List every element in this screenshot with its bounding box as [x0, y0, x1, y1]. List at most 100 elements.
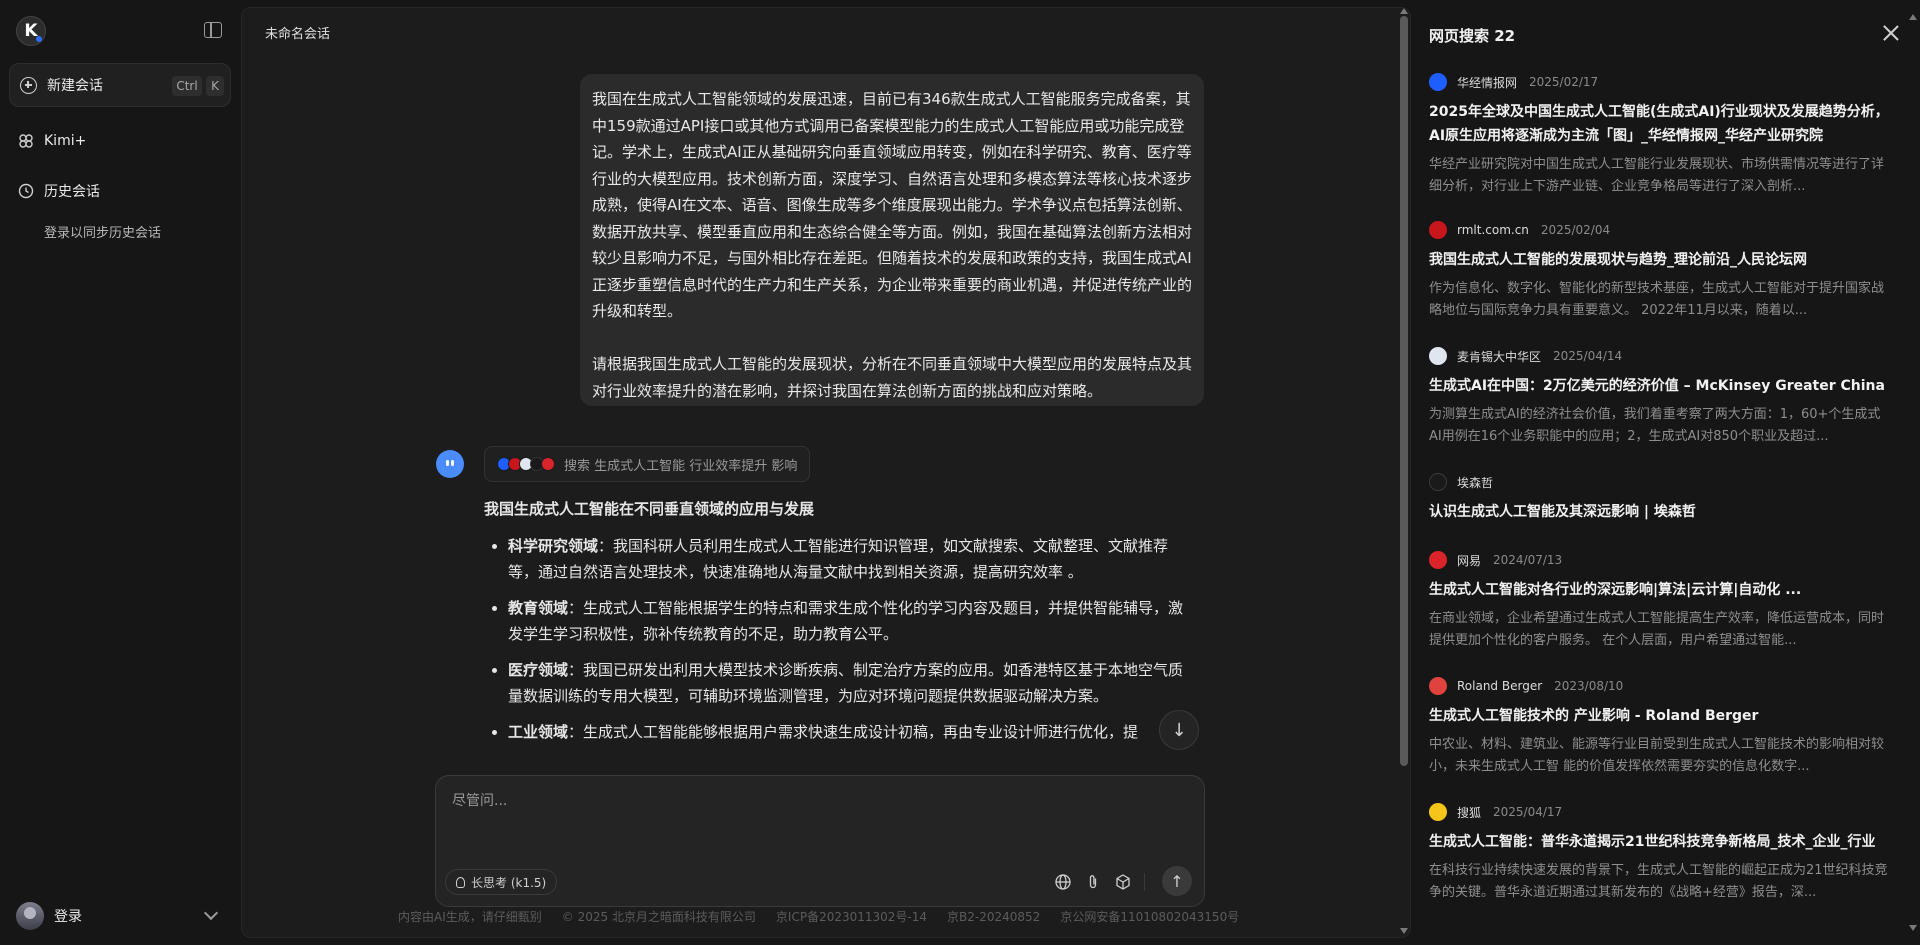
- history-login-hint[interactable]: 登录以同步历史会话: [44, 222, 161, 241]
- kimi-logo[interactable]: K: [16, 16, 46, 46]
- result-snippet: 在科技行业持续快速发展的背景下，生成式人工智能的崛起正成为21世纪科技竞争的关键…: [1429, 863, 1888, 900]
- result-source: 网易 2024/07/13: [1429, 550, 1889, 570]
- source-name: 搜狐: [1457, 805, 1482, 820]
- plus-circle-icon: [20, 76, 37, 94]
- clock-icon: [18, 183, 34, 199]
- scroll-to-bottom-button[interactable]: ↓: [1159, 710, 1199, 750]
- paperclip-icon[interactable]: [1084, 873, 1102, 891]
- source-date: 2024/07/13: [1493, 553, 1563, 567]
- search-sources-pill[interactable]: 搜索 生成式人工智能 行业效率提升 影响: [484, 446, 811, 482]
- result-snippet: 作为信息化、数字化、智能化的新型技术基座，生成式人工智能对于提升国家战略地位与国…: [1429, 281, 1885, 318]
- favicon-icon: [1429, 473, 1447, 491]
- result-snippet: 为测算生成式AI的经济社会价值，我们着重考察了两大方面：1，60+个生成式AI用…: [1429, 407, 1881, 444]
- arrow-down-icon: ↓: [1171, 719, 1187, 741]
- item-text: ：生成式人工智能能够根据用户需求快速生成设计初稿，再由专业设计师进行优化，提: [568, 723, 1139, 741]
- source-name: Roland Berger: [1457, 679, 1543, 693]
- panel-scrollbar[interactable]: [1909, 14, 1917, 931]
- login-label: 登录: [54, 909, 82, 925]
- chat-main: 未命名会话 我国在生成式人工智能领域的发展迅速，目前已有346款生成式人工智能服…: [241, 7, 1411, 938]
- source-date: 2025/04/14: [1553, 349, 1623, 363]
- chat-input-box[interactable]: 尽管问... 长思考 (k1.5) ↑: [435, 775, 1205, 907]
- kimi-plus-icon: [19, 134, 33, 148]
- item-text: ：我国科研人员利用生成式人工智能进行知识管理，如文献搜索、文献整理、文献推荐等，…: [508, 537, 1169, 581]
- result-title[interactable]: 我国生成式人工智能的发展现状与趋势_理论前沿_人民论坛网: [1429, 248, 1889, 272]
- footer-icp[interactable]: 京ICP备2023011302号-14: [776, 908, 927, 925]
- item-label: 医疗领域: [508, 661, 569, 679]
- list-item: 教育领域：生成式人工智能根据学生的特点和需求生成个性化的学习内容及题目，并提供智…: [484, 595, 1184, 647]
- result-title[interactable]: 生成式人工智能对各行业的深远影响|算法|云计算|自动化 ...: [1429, 578, 1889, 602]
- sidebar: K 新建会话 Ctrl K Kimi+ 历史会话 登录以同步历史会话 登录: [0, 0, 240, 945]
- favicon-icon: [1429, 803, 1447, 821]
- user-message-paragraph: 请根据我国生成式人工智能的发展现状，分析在不同垂直领域中大模型应用的发展特点及其…: [592, 355, 1193, 400]
- cube-icon[interactable]: [1114, 873, 1132, 891]
- sidebar-item-label: 历史会话: [44, 184, 100, 200]
- avatar: [16, 902, 44, 930]
- login-button[interactable]: 登录: [16, 902, 82, 930]
- sidebar-item-kimi-plus[interactable]: Kimi+: [18, 133, 86, 149]
- toolbar-divider: [1144, 873, 1145, 891]
- answer-list: 科学研究领域：我国科研人员利用生成式人工智能进行知识管理，如文献搜索、文献整理、…: [484, 533, 1184, 745]
- item-label: 科学研究领域: [508, 537, 599, 555]
- scrollbar-up-arrow[interactable]: [1400, 8, 1408, 14]
- source-date: 2025/02/04: [1540, 223, 1611, 237]
- search-result[interactable]: 麦肯锡大中华区 2025/04/14 生成式AI在中国：2万亿美元的经济价值 – …: [1429, 346, 1889, 448]
- search-query: 搜索 生成式人工智能 行业效率提升 影响: [564, 458, 798, 474]
- long-think-toggle[interactable]: 长思考 (k1.5): [445, 869, 558, 895]
- scrollbar-up-arrow[interactable]: [1909, 14, 1917, 20]
- search-result[interactable]: Roland Berger 2023/08/10 生成式人工智能技术的 产业影响 …: [1429, 676, 1889, 778]
- search-result[interactable]: rmlt.com.cn 2025/02/04 我国生成式人工智能的发展现状与趋势_…: [1429, 220, 1889, 322]
- result-source: rmlt.com.cn 2025/02/04: [1429, 220, 1889, 240]
- logo-dot: [36, 36, 42, 42]
- result-snippet: 华经产业研究院对中国生成式人工智能行业发展现状、市场供需情况等进行了详细分析，对…: [1429, 157, 1885, 194]
- source-name: 网易: [1457, 553, 1482, 568]
- chat-title[interactable]: 未命名会话: [265, 23, 330, 42]
- sidebar-item-label: Kimi+: [44, 133, 87, 149]
- result-title[interactable]: 认识生成式人工智能及其深远影响 | 埃森哲: [1429, 500, 1889, 524]
- new-chat-label: 新建会话: [47, 78, 103, 94]
- item-label: 工业领域: [508, 723, 569, 741]
- close-icon[interactable]: [1883, 25, 1899, 41]
- sidebar-item-history[interactable]: 历史会话: [18, 181, 100, 201]
- footer-copyright[interactable]: © 2025 北京月之暗面科技有限公司: [562, 908, 756, 925]
- bulb-icon: [456, 876, 465, 888]
- user-message-paragraph: 我国在生成式人工智能领域的发展迅速，目前已有346款生成式人工智能服务完成备案，…: [592, 90, 1193, 320]
- item-text: ：我国已研发出利用大模型技术诊断疾病、制定治疗方案的应用。如香港特区基于本地空气…: [508, 661, 1184, 705]
- source-name: rmlt.com.cn: [1457, 223, 1529, 237]
- list-item: 科学研究领域：我国科研人员利用生成式人工智能进行知识管理，如文献搜索、文献整理、…: [484, 533, 1184, 585]
- result-snippet: 在商业领域，企业希望通过生成式人工智能提高生产效率，降低运营成本，同时提供更加个…: [1429, 611, 1885, 648]
- result-source: 埃森哲: [1429, 472, 1889, 492]
- scrollbar-down-arrow[interactable]: [1400, 928, 1408, 934]
- result-snippet: 中农业、材料、建筑业、能源等行业目前受到生成式人工智能技术的影响相对较小，未来生…: [1429, 737, 1885, 774]
- assistant-answer: 我国生成式人工智能在不同垂直领域的应用与发展 科学研究领域：我国科研人员利用生成…: [484, 498, 1184, 755]
- shortcut-k: K: [206, 76, 224, 96]
- send-button[interactable]: ↑: [1162, 866, 1192, 896]
- result-title[interactable]: 生成式AI在中国：2万亿美元的经济价值 – McKinsey Greater C…: [1429, 374, 1889, 398]
- search-result[interactable]: 搜狐 2025/04/17 生成式人工智能：普华永道揭示21世纪科技竞争新格局_技…: [1429, 802, 1889, 904]
- main-scrollbar-thumb[interactable]: [1400, 16, 1408, 766]
- result-title[interactable]: 生成式人工智能技术的 产业影响 - Roland Berger: [1429, 704, 1889, 728]
- sidebar-collapse-icon[interactable]: [204, 22, 222, 38]
- result-title[interactable]: 生成式人工智能：普华永道揭示21世纪科技竞争新格局_技术_企业_行业: [1429, 830, 1889, 854]
- footer-police[interactable]: 京公网安备11010802043150号: [1060, 908, 1239, 925]
- web-search-panel: 网页搜索 22 华经情报网 2025/02/17 2025年全球及中国生成式人工智…: [1412, 0, 1920, 945]
- arrow-up-icon: ↑: [1170, 871, 1184, 891]
- user-message: 我国在生成式人工智能领域的发展迅速，目前已有346款生成式人工智能服务完成备案，…: [580, 74, 1204, 406]
- search-result[interactable]: 华经情报网 2025/02/17 2025年全球及中国生成式人工智能(生成式AI)…: [1429, 72, 1889, 198]
- source-favicon-icon: [541, 457, 555, 471]
- chat-input-placeholder[interactable]: 尽管问...: [452, 790, 507, 810]
- list-item: 工业领域：生成式人工智能能够根据用户需求快速生成设计初稿，再由专业设计师进行优化…: [484, 719, 1184, 745]
- shortcut-ctrl: Ctrl: [172, 76, 202, 96]
- result-source: 华经情报网 2025/02/17: [1429, 72, 1889, 92]
- search-result[interactable]: 埃森哲 认识生成式人工智能及其深远影响 | 埃森哲: [1429, 472, 1889, 524]
- chevron-down-icon[interactable]: [203, 905, 219, 921]
- source-date: 2025/04/17: [1493, 805, 1563, 819]
- kimi-app: K 新建会话 Ctrl K Kimi+ 历史会话 登录以同步历史会话 登录 未命…: [0, 0, 1920, 945]
- globe-icon[interactable]: [1054, 873, 1072, 891]
- footer-license[interactable]: 京B2-20240852: [947, 908, 1040, 925]
- scrollbar-down-arrow[interactable]: [1909, 925, 1917, 931]
- favicon-icon: [1429, 551, 1447, 569]
- search-result[interactable]: 网易 2024/07/13 生成式人工智能对各行业的深远影响|算法|云计算|自动化…: [1429, 550, 1889, 652]
- result-source: 搜狐 2025/04/17: [1429, 802, 1889, 822]
- new-chat-button[interactable]: 新建会话 Ctrl K: [9, 63, 231, 107]
- result-title[interactable]: 2025年全球及中国生成式人工智能(生成式AI)行业现状及发展趋势分析，AI原生…: [1429, 100, 1889, 148]
